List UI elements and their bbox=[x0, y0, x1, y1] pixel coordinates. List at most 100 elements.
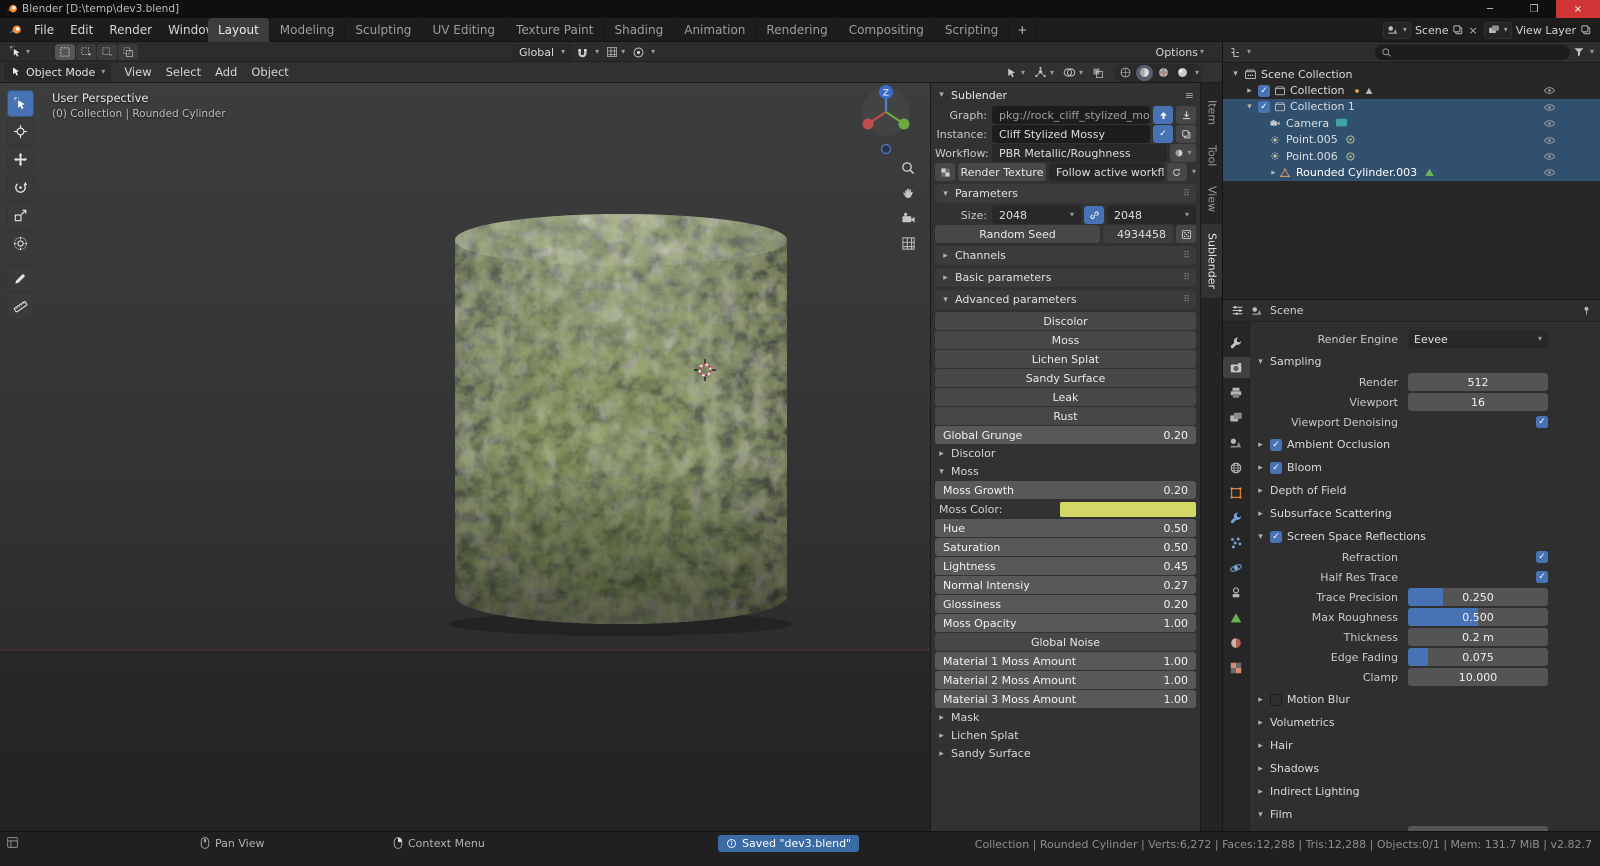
sandy-surface-subpanel-header[interactable]: ▸Sandy Surface bbox=[937, 745, 1196, 762]
workflow-dropdown[interactable]: PBR Metallic/Roughness bbox=[992, 144, 1167, 162]
leak-button[interactable]: Leak bbox=[935, 388, 1196, 406]
select-mode-extend-button[interactable] bbox=[76, 44, 96, 60]
motion-blur-checkbox[interactable]: ✓ bbox=[1270, 694, 1282, 706]
active-tool-button[interactable]: ▾ bbox=[6, 43, 33, 61]
collection-1-exclude-checkbox[interactable]: ✓ bbox=[1258, 101, 1270, 113]
select-box-tool[interactable] bbox=[7, 90, 34, 117]
pin-icon[interactable] bbox=[1581, 305, 1592, 316]
view-layer-browse-button[interactable]: ▾ bbox=[1484, 22, 1512, 39]
hair-panel-header[interactable]: ▸Hair bbox=[1256, 736, 1548, 755]
viewport-denoising-checkbox[interactable]: ✓ bbox=[1536, 416, 1548, 428]
gizmos-dropdown[interactable]: ▾ bbox=[1031, 64, 1057, 82]
overlays-dropdown[interactable]: ▾ bbox=[1060, 64, 1086, 82]
tab-output[interactable] bbox=[1223, 382, 1250, 403]
discolor-subpanel-header[interactable]: ▸Discolor bbox=[937, 445, 1196, 462]
film-panel-header[interactable]: ▾Film bbox=[1256, 805, 1548, 824]
sidebar-tab-view[interactable]: View bbox=[1201, 177, 1223, 221]
sidebar-tab-item[interactable]: Item bbox=[1201, 91, 1223, 134]
workspace-tab-scripting[interactable]: Scripting bbox=[935, 18, 1009, 42]
pan-hand-button[interactable] bbox=[896, 181, 920, 205]
add-workspace-button[interactable]: + bbox=[1009, 18, 1036, 42]
shadows-panel-header[interactable]: ▸Shadows bbox=[1256, 759, 1548, 778]
viewport-menu-select[interactable]: Select bbox=[159, 65, 208, 79]
drag-grip-icon[interactable]: ⠿ bbox=[1183, 189, 1190, 199]
hide-viewport-eye-icon[interactable] bbox=[1543, 166, 1556, 179]
new-scene-button[interactable] bbox=[1452, 24, 1464, 36]
size-x-dropdown[interactable]: 2048▾ bbox=[992, 206, 1081, 224]
viewport-3d[interactable]: User Perspective (0) Collection | Rounde… bbox=[0, 83, 930, 831]
instance-copy-button[interactable] bbox=[1176, 125, 1196, 143]
global-noise-button[interactable]: Global Noise bbox=[935, 633, 1196, 651]
subsurface-scattering-panel-header[interactable]: ▸Subsurface Scattering bbox=[1256, 504, 1548, 523]
scene-name[interactable]: Scene bbox=[1415, 24, 1449, 37]
edge-fading-slider[interactable]: 0.075 bbox=[1408, 648, 1548, 666]
sampling-panel-header[interactable]: ▾Sampling bbox=[1256, 352, 1548, 371]
bloom-panel-header[interactable]: ▸✓Bloom bbox=[1256, 458, 1548, 477]
select-mode-intersect-button[interactable] bbox=[118, 44, 138, 60]
transform-tool[interactable] bbox=[7, 230, 34, 257]
tab-material[interactable] bbox=[1223, 632, 1250, 653]
tab-constraints[interactable] bbox=[1223, 582, 1250, 603]
texture-checker-button[interactable] bbox=[935, 163, 955, 181]
view-layer-name[interactable]: View Layer bbox=[1516, 24, 1576, 37]
render-options-caret[interactable]: ▾ bbox=[1192, 168, 1196, 176]
tab-view-layer[interactable] bbox=[1223, 407, 1250, 428]
shading-material-button[interactable] bbox=[1155, 65, 1172, 81]
size-link-button[interactable] bbox=[1084, 206, 1104, 224]
viewport-samples-field[interactable]: 16 bbox=[1408, 393, 1548, 411]
hue-slider[interactable]: Hue0.50 bbox=[935, 519, 1196, 537]
unlink-scene-button[interactable]: × bbox=[1468, 24, 1477, 37]
select-mode-new-button[interactable] bbox=[55, 44, 75, 60]
random-seed-value[interactable]: 4934458 bbox=[1103, 225, 1173, 243]
channels-panel-header[interactable]: ▸Channels⠿ bbox=[935, 246, 1196, 265]
ortho-toggle-button[interactable] bbox=[896, 231, 920, 255]
graph-import-button[interactable] bbox=[1176, 106, 1196, 124]
random-seed-button[interactable]: Random Seed bbox=[935, 225, 1100, 243]
shading-rendered-button[interactable] bbox=[1174, 65, 1191, 81]
cursor-tool[interactable] bbox=[7, 118, 34, 145]
tab-particles[interactable] bbox=[1223, 532, 1250, 553]
snap-target-dropdown[interactable]: ▾ bbox=[603, 43, 628, 61]
instance-field[interactable]: Cliff Stylized Mossy bbox=[992, 125, 1150, 143]
workspace-tab-shading[interactable]: Shading bbox=[604, 18, 674, 42]
camera-view-button[interactable] bbox=[896, 206, 920, 230]
discolor-button[interactable]: Discolor bbox=[935, 312, 1196, 330]
moss-button[interactable]: Moss bbox=[935, 331, 1196, 349]
workspace-tab-layout[interactable]: Layout bbox=[208, 18, 270, 42]
workflow-material-button[interactable]: ▾ bbox=[1170, 144, 1196, 162]
transform-orientation-dropdown[interactable]: Global ▾ bbox=[512, 44, 572, 61]
shading-dropdown-caret[interactable]: ▾ bbox=[1195, 69, 1199, 77]
advanced-parameters-panel-header[interactable]: ▾Advanced parameters⠿ bbox=[935, 290, 1196, 309]
tab-object[interactable] bbox=[1223, 482, 1250, 503]
proportional-falloff-caret[interactable]: ▾ bbox=[651, 48, 655, 56]
scene-browse-button[interactable]: ▾ bbox=[1383, 22, 1411, 39]
menu-edit[interactable]: Edit bbox=[62, 18, 101, 42]
hide-viewport-eye-icon[interactable] bbox=[1543, 117, 1556, 130]
half-res-trace-checkbox[interactable]: ✓ bbox=[1536, 571, 1548, 583]
saved-notification[interactable]: Saved "dev3.blend" bbox=[718, 835, 859, 852]
outliner-row-collection[interactable]: ▸ ✓ Collection bbox=[1223, 82, 1600, 98]
tab-physics[interactable] bbox=[1223, 557, 1250, 578]
navigation-gizmo[interactable]: Z bbox=[854, 83, 918, 163]
hide-viewport-eye-icon[interactable] bbox=[1543, 101, 1556, 114]
outliner-row-point-005[interactable]: Point.005 bbox=[1223, 132, 1600, 148]
measure-tool[interactable] bbox=[7, 293, 34, 320]
render-engine-dropdown[interactable]: Eevee▾ bbox=[1408, 330, 1548, 348]
glossiness-slider[interactable]: Glossiness0.20 bbox=[935, 595, 1196, 613]
panel-expand-arrow[interactable]: ▾ bbox=[937, 90, 946, 100]
workspace-tab-sculpting[interactable]: Sculpting bbox=[345, 18, 422, 42]
lichen-splat-button[interactable]: Lichen Splat bbox=[935, 350, 1196, 368]
hide-viewport-eye-icon[interactable] bbox=[1543, 84, 1556, 97]
follow-workflow-dropdown[interactable]: Follow active workfl..▾ bbox=[1049, 163, 1164, 181]
new-view-layer-button[interactable] bbox=[1580, 24, 1592, 36]
normal-intensity-slider[interactable]: Normal Intensiy0.27 bbox=[935, 576, 1196, 594]
collection-exclude-checkbox[interactable]: ✓ bbox=[1258, 85, 1270, 97]
options-button[interactable]: Options bbox=[1156, 46, 1198, 59]
graph-library-button[interactable] bbox=[1153, 106, 1173, 124]
object-visibility-dropdown[interactable]: ▾ bbox=[1003, 64, 1028, 82]
refresh-button[interactable] bbox=[1167, 163, 1187, 181]
workspace-tab-compositing[interactable]: Compositing bbox=[839, 18, 935, 42]
minimize-button[interactable]: ─ bbox=[1468, 0, 1512, 18]
saturation-slider[interactable]: Saturation0.50 bbox=[935, 538, 1196, 556]
size-y-dropdown[interactable]: 2048▾ bbox=[1107, 206, 1196, 224]
